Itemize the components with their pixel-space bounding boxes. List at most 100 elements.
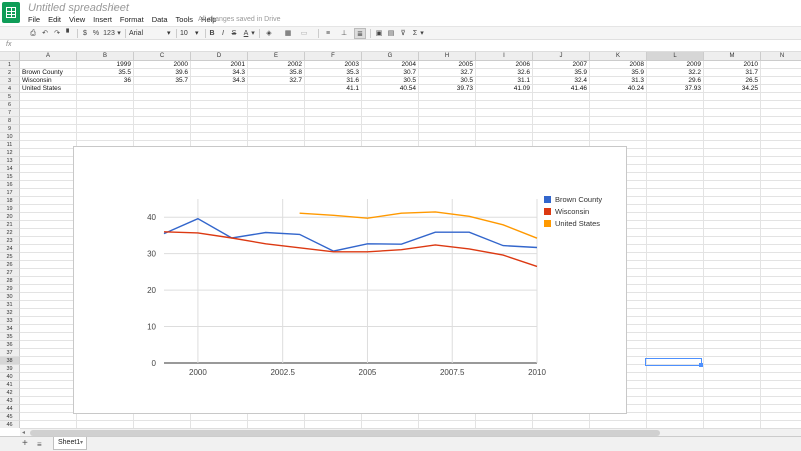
cell[interactable] [191,133,248,141]
cell[interactable]: 2006 [476,61,533,69]
cell[interactable] [647,189,704,197]
paint-format-icon[interactable]: ▘ [64,28,74,39]
cell[interactable]: 31.3 [590,77,647,85]
cell[interactable] [704,317,761,325]
cell[interactable] [476,421,533,428]
cell[interactable] [20,229,77,237]
cell[interactable] [704,221,761,229]
cell[interactable] [476,109,533,117]
cell[interactable] [191,101,248,109]
cell[interactable]: 26.5 [704,77,761,85]
cell[interactable] [476,93,533,101]
cell[interactable]: 2000 [134,61,191,69]
row-header[interactable]: 16 [0,181,20,189]
cell[interactable] [362,101,419,109]
cell[interactable] [647,421,704,428]
cell[interactable]: United States [20,85,77,93]
cell[interactable]: 31.1 [476,77,533,85]
menu-item-format[interactable]: Format [120,14,148,26]
cell[interactable] [20,101,77,109]
row-header[interactable]: 10 [0,133,20,141]
cell[interactable] [533,421,590,428]
cell[interactable] [20,293,77,301]
menu-item-edit[interactable]: Edit [48,14,65,26]
cell[interactable] [761,61,801,69]
cell[interactable]: 35.9 [533,69,590,77]
cell[interactable] [647,309,704,317]
cell[interactable] [20,125,77,133]
column-header-a[interactable]: A [20,52,77,61]
cell[interactable] [134,109,191,117]
cell[interactable]: 35.3 [305,69,362,77]
cell[interactable] [191,93,248,101]
cell[interactable] [419,133,476,141]
menu-item-insert[interactable]: Insert [93,14,116,26]
menu-item-file[interactable]: File [28,14,44,26]
row-header[interactable]: 12 [0,149,20,157]
cell[interactable] [248,93,305,101]
insert-chart-icon[interactable]: ▤ [386,28,396,39]
cell[interactable] [761,309,801,317]
cell[interactable]: 2005 [419,61,476,69]
cell[interactable] [704,373,761,381]
cell[interactable] [704,341,761,349]
cell[interactable] [419,93,476,101]
cell[interactable] [761,85,801,93]
cell[interactable] [533,133,590,141]
cell[interactable] [134,101,191,109]
cell[interactable] [20,189,77,197]
cell[interactable]: 35.5 [77,69,134,77]
cell[interactable] [761,229,801,237]
row-header[interactable]: 37 [0,349,20,357]
bold-button[interactable]: B [208,28,216,39]
row-header[interactable]: 43 [0,397,20,405]
cell[interactable] [20,213,77,221]
fill-color-icon[interactable]: ◈ [263,28,275,39]
cell[interactable] [77,117,134,125]
cell[interactable] [590,101,647,109]
cell[interactable] [761,237,801,245]
column-header-k[interactable]: K [590,52,647,61]
number-format-button[interactable]: 123 [102,28,116,39]
cell[interactable] [704,237,761,245]
row-header[interactable]: 30 [0,293,20,301]
cell[interactable] [362,133,419,141]
cell[interactable] [590,421,647,428]
cell[interactable] [704,133,761,141]
cell[interactable] [20,237,77,245]
cell[interactable] [761,165,801,173]
row-header[interactable]: 7 [0,109,20,117]
cell[interactable] [761,381,801,389]
column-header-f[interactable]: F [305,52,362,61]
cell[interactable] [20,173,77,181]
row-header[interactable]: 8 [0,117,20,125]
cell[interactable]: 34.25 [704,85,761,93]
cell[interactable] [191,109,248,117]
row-header[interactable]: 11 [0,141,20,149]
cell[interactable] [590,125,647,133]
cell[interactable] [704,149,761,157]
row-header[interactable]: 5 [0,93,20,101]
cell[interactable] [761,357,801,365]
cell[interactable] [647,253,704,261]
cell[interactable] [20,285,77,293]
cell[interactable] [647,301,704,309]
cell[interactable] [647,365,704,373]
cell[interactable] [704,277,761,285]
row-header[interactable]: 27 [0,269,20,277]
horizontal-scrollbar[interactable]: ◂ [20,428,801,436]
cell[interactable] [77,101,134,109]
cell[interactable] [647,213,704,221]
cell[interactable]: 2007 [533,61,590,69]
cell[interactable] [647,333,704,341]
cell[interactable] [533,109,590,117]
cell[interactable] [704,333,761,341]
cell[interactable]: 31.6 [305,77,362,85]
cell[interactable] [704,389,761,397]
row-header[interactable]: 35 [0,333,20,341]
cell[interactable] [248,117,305,125]
cell[interactable] [647,245,704,253]
cell[interactable] [191,85,248,93]
row-header[interactable]: 17 [0,189,20,197]
cell[interactable]: 2008 [590,61,647,69]
